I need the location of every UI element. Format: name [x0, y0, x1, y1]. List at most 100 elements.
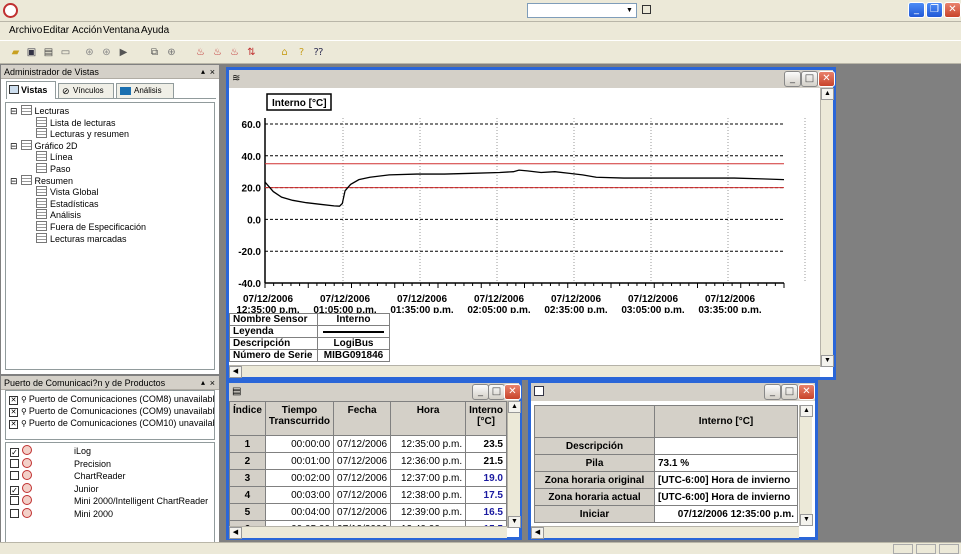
column-header[interactable]: Interno [°C]: [465, 401, 507, 436]
menu-ventana[interactable]: Ventana: [103, 22, 140, 40]
tree-item[interactable]: ⊟ Resumen: [10, 174, 73, 187]
app-minimize-button[interactable]: _: [908, 2, 925, 18]
app-restore-button[interactable]: ❐: [926, 2, 943, 18]
scroll-down-icon[interactable]: ▼: [821, 355, 834, 367]
summary-close-button[interactable]: ✕: [798, 384, 815, 400]
collapse-icon[interactable]: ⊟: [10, 107, 18, 117]
logger-start-icon[interactable]: ♨: [194, 46, 207, 59]
table-row[interactable]: 4 00:03:00 07/12/2006 12:38:00 p.m. 17.5: [229, 486, 507, 504]
summary-maximize-button[interactable]: □: [781, 384, 798, 400]
column-header[interactable]: Fecha: [333, 401, 392, 436]
tree-item[interactable]: Lecturas y resumen: [36, 128, 129, 140]
restore-small-icon[interactable]: [642, 5, 651, 14]
export-icon[interactable]: ▭: [59, 46, 72, 59]
column-header[interactable]: Índice: [229, 401, 266, 436]
product-checkbox[interactable]: [10, 458, 19, 468]
readings-close-button[interactable]: ✕: [504, 384, 521, 400]
readings-minimize-button[interactable]: _: [472, 384, 489, 400]
table-row[interactable]: 3 00:02:00 07/12/2006 12:37:00 p.m. 19.0: [229, 469, 507, 487]
scroll-up-icon[interactable]: ▲: [800, 405, 813, 417]
zoom-icon[interactable]: ⊕: [165, 46, 178, 59]
port-item[interactable]: ✕ ⚲ Puerto de Comunicaciones (COM10) unava…: [9, 417, 214, 429]
print-icon[interactable]: ▤: [42, 46, 55, 59]
save-icon[interactable]: ▣: [25, 46, 38, 59]
product-checkbox[interactable]: [10, 508, 19, 518]
scroll-down-icon[interactable]: ▼: [508, 516, 521, 528]
graph-maximize-button[interactable]: □: [801, 71, 818, 87]
logger-status-icon[interactable]: ♨: [228, 46, 241, 59]
tree-item[interactable]: Estadísticas: [36, 197, 99, 210]
logger-stop-icon[interactable]: ♨: [211, 46, 224, 59]
menu-accion[interactable]: Acción: [72, 22, 102, 40]
tree-item[interactable]: ⊟ Lecturas: [10, 105, 69, 117]
table-row[interactable]: 5 00:04:00 07/12/2006 12:39:00 p.m. 16.5: [229, 503, 507, 521]
tree-item[interactable]: Fuera de Especificación: [36, 221, 146, 233]
open-folder-icon[interactable]: ▰: [9, 46, 22, 59]
tree-item[interactable]: Vista Global: [36, 186, 98, 198]
tab-analisis[interactable]: Análisis: [116, 83, 174, 99]
collapse-icon[interactable]: ⊟: [10, 177, 18, 187]
table-row[interactable]: 1 00:00:00 07/12/2006 12:35:00 p.m. 23.5: [229, 435, 507, 453]
table-row[interactable]: 2 00:01:00 07/12/2006 12:36:00 p.m. 21.5: [229, 452, 507, 470]
scroll-left-icon[interactable]: ◀: [531, 527, 544, 539]
readings-horizontal-scrollbar[interactable]: ◀: [229, 526, 507, 539]
product-item[interactable]: Precision: [10, 457, 210, 470]
upload-icon[interactable]: ⊛: [100, 46, 113, 59]
menu-editar[interactable]: Editar: [43, 22, 69, 40]
summary-vertical-scrollbar[interactable]: ▲ ▼: [799, 405, 813, 526]
product-item[interactable]: ChartReader: [10, 470, 210, 482]
tree-item[interactable]: Lista de lecturas: [36, 116, 116, 129]
tree-item[interactable]: Línea: [36, 151, 73, 163]
copy-icon[interactable]: ⧉: [148, 46, 161, 59]
tree-item[interactable]: Análisis: [36, 209, 81, 221]
port-item[interactable]: ✕ ⚲ Puerto de Comunicaciones (COM8) unavai…: [9, 393, 214, 405]
tree-item[interactable]: Paso: [36, 163, 71, 175]
scroll-left-icon[interactable]: ◀: [229, 527, 242, 539]
product-checkbox[interactable]: ✓: [10, 485, 19, 495]
collapse-icon[interactable]: ⊟: [10, 142, 18, 152]
graph-close-button[interactable]: ✕: [818, 71, 835, 87]
port-checkbox[interactable]: ✕: [9, 408, 18, 417]
panel-close-icon[interactable]: ×: [210, 376, 215, 390]
summary-horizontal-scrollbar[interactable]: ◀: [531, 526, 799, 539]
app-close-button[interactable]: ✕: [944, 2, 961, 18]
product-checkbox[interactable]: ✓: [10, 448, 19, 457]
home-icon[interactable]: ⌂: [278, 46, 291, 59]
port-checkbox[interactable]: ✕: [9, 396, 18, 405]
panel-close-icon[interactable]: ×: [210, 65, 215, 79]
scroll-down-icon[interactable]: ▼: [800, 514, 813, 526]
download-icon[interactable]: ⊛: [83, 46, 96, 59]
tab-vistas[interactable]: Vistas: [6, 81, 56, 99]
graph-minimize-button[interactable]: _: [784, 71, 801, 87]
product-checkbox[interactable]: [10, 496, 19, 505]
view-selector-dropdown[interactable]: ▼: [527, 3, 637, 18]
scroll-up-icon[interactable]: ▲: [821, 88, 834, 100]
port-item[interactable]: ✕ ⚲ Puerto de Comunicaciones (COM9) unavai…: [9, 405, 214, 417]
context-help-icon[interactable]: ⁇: [312, 46, 325, 59]
tab-vinculos[interactable]: ⊘ Vínculos: [58, 83, 114, 99]
scroll-up-icon[interactable]: ▲: [508, 401, 521, 413]
product-item[interactable]: ✓ iLog: [10, 445, 210, 457]
readings-vertical-scrollbar[interactable]: ▲ ▼: [507, 401, 521, 528]
port-checkbox[interactable]: ✕: [9, 420, 18, 429]
column-header[interactable]: Hora: [390, 401, 467, 436]
device-setup-icon[interactable]: ▶: [117, 46, 130, 59]
product-checkbox[interactable]: [10, 471, 19, 480]
pin-icon[interactable]: ▴: [201, 65, 205, 79]
menu-archivo[interactable]: Archivo: [9, 22, 42, 40]
product-item[interactable]: Mini 2000: [10, 507, 210, 520]
tree-item[interactable]: ⊟ Gráfico 2D: [10, 139, 78, 152]
graph-horizontal-scrollbar[interactable]: ◀: [229, 365, 820, 378]
product-item[interactable]: Mini 2000/Intelligent ChartReader: [10, 495, 210, 507]
menu-ayuda[interactable]: Ayuda: [141, 22, 169, 40]
pin-icon[interactable]: ▴: [201, 376, 205, 390]
readings-maximize-button[interactable]: □: [488, 384, 505, 400]
column-header[interactable]: Tiempo Transcurrido: [264, 401, 335, 436]
graph-vertical-scrollbar[interactable]: ▲ ▼: [820, 88, 834, 367]
scroll-left-icon[interactable]: ◀: [229, 366, 242, 378]
summary-minimize-button[interactable]: _: [764, 384, 781, 400]
product-item[interactable]: ✓ Junior: [10, 482, 210, 495]
tree-item[interactable]: Lecturas marcadas: [36, 232, 127, 245]
sort-icon[interactable]: ⇅: [245, 46, 258, 59]
help-icon[interactable]: ?: [295, 46, 308, 59]
